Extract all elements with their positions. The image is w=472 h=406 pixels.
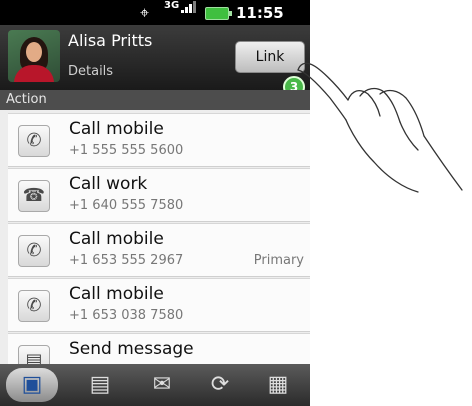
- contact-name: Alisa Pritts: [68, 31, 153, 50]
- action-call-mobile-2[interactable]: ✆ Call mobile +1 653 038 7580: [8, 278, 310, 332]
- phone-icon: ✆: [18, 290, 50, 322]
- primary-label: Primary: [253, 253, 304, 268]
- link-button[interactable]: Link: [235, 41, 305, 73]
- action-number: +1 555 555 5600: [69, 143, 184, 158]
- action-call-work[interactable]: ☎ Call work +1 640 555 7580: [8, 168, 310, 222]
- section-header: Action: [0, 90, 310, 110]
- 3g-icon: 3G: [164, 0, 180, 11]
- action-call-mobile-primary[interactable]: ✆ Call mobile +1 653 555 2967 Primary: [8, 223, 310, 277]
- mail-tab-icon[interactable]: ✉: [140, 368, 184, 402]
- battery-icon: [205, 7, 232, 20]
- action-list: ✆ Call mobile +1 555 555 5600 ☎ Call wor…: [8, 113, 310, 388]
- message-tab-icon[interactable]: ▤: [78, 368, 122, 402]
- avatar[interactable]: [8, 30, 60, 82]
- bottom-tab-bar: ▣ ▤ ✉ ⟳ ▦: [0, 364, 310, 406]
- phone-screen: ⌖ 3G 11:55 AM Alisa Pritts Details Link …: [0, 0, 310, 406]
- gps-icon: ⌖: [140, 3, 150, 22]
- action-title: Send message: [69, 339, 194, 359]
- status-bar: ⌖ 3G 11:55 AM: [0, 0, 310, 40]
- contact-header: Alisa Pritts Details Link 3: [0, 25, 310, 98]
- action-title: Call mobile: [69, 119, 164, 139]
- phone-icon: ✆: [18, 125, 50, 157]
- phone-icon: ✆: [18, 235, 50, 267]
- contact-subtitle: Details: [68, 64, 114, 79]
- action-number: +1 640 555 7580: [69, 198, 184, 213]
- work-phone-icon: ☎: [18, 180, 50, 212]
- action-title: Call work: [69, 174, 148, 194]
- sync-tab-icon[interactable]: ⟳: [198, 368, 242, 402]
- contact-details-icon[interactable]: ▣: [6, 368, 58, 402]
- action-number: +1 653 038 7580: [69, 308, 184, 323]
- action-number: +1 653 555 2967: [69, 253, 184, 268]
- action-title: Call mobile: [69, 229, 164, 249]
- hand-illustration: [297, 62, 463, 193]
- calendar-tab-icon[interactable]: ▦: [256, 368, 300, 402]
- action-call-mobile[interactable]: ✆ Call mobile +1 555 555 5600: [8, 113, 310, 167]
- action-title: Call mobile: [69, 284, 164, 304]
